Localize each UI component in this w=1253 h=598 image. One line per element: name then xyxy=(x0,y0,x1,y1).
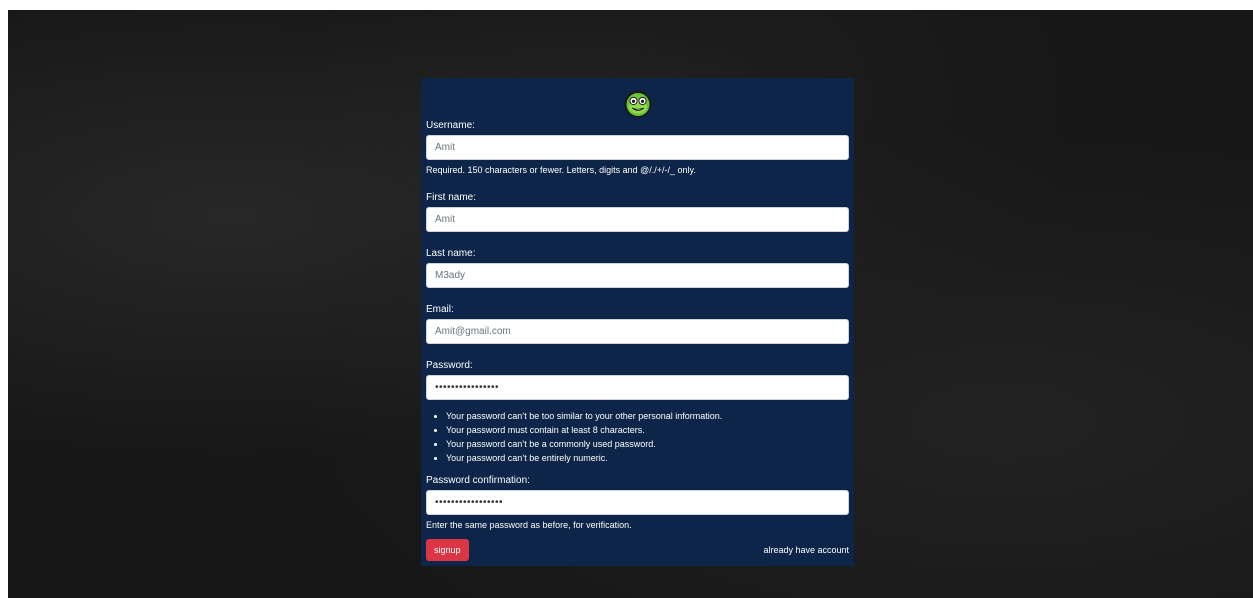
last-name-label: Last name: xyxy=(426,248,476,259)
first-name-input[interactable] xyxy=(426,207,849,232)
password-confirmation-help-text: Enter the same password as before, for v… xyxy=(426,520,632,530)
username-label: Username: xyxy=(426,120,475,131)
password-rule: Your password can’t be entirely numeric. xyxy=(446,451,849,465)
signup-card: Username: Required. 150 characters or fe… xyxy=(421,78,854,566)
form-footer: signup already have account xyxy=(426,539,849,561)
signup-button[interactable]: signup xyxy=(426,539,469,561)
password-confirmation-label: Password confirmation: xyxy=(426,475,530,486)
already-have-account-link[interactable]: already have account xyxy=(763,545,849,555)
password-confirmation-input[interactable] xyxy=(426,490,849,515)
password-rule: Your password can’t be too similar to yo… xyxy=(446,409,849,423)
password-rule: Your password can’t be a commonly used p… xyxy=(446,437,849,451)
first-name-label: First name: xyxy=(426,192,477,203)
password-input[interactable] xyxy=(426,375,849,400)
username-help-text: Required. 150 characters or fewer. Lette… xyxy=(426,165,696,175)
email-label: Email: xyxy=(426,304,454,315)
password-rules-list: Your password can’t be too similar to yo… xyxy=(426,409,849,465)
email-input[interactable] xyxy=(426,319,849,344)
page-background: Username: Required. 150 characters or fe… xyxy=(8,10,1253,598)
frog-face-icon xyxy=(624,90,651,118)
last-name-input[interactable] xyxy=(426,263,849,288)
password-label: Password: xyxy=(426,360,473,371)
username-input[interactable] xyxy=(426,135,849,160)
password-rule: Your password must contain at least 8 ch… xyxy=(446,423,849,437)
